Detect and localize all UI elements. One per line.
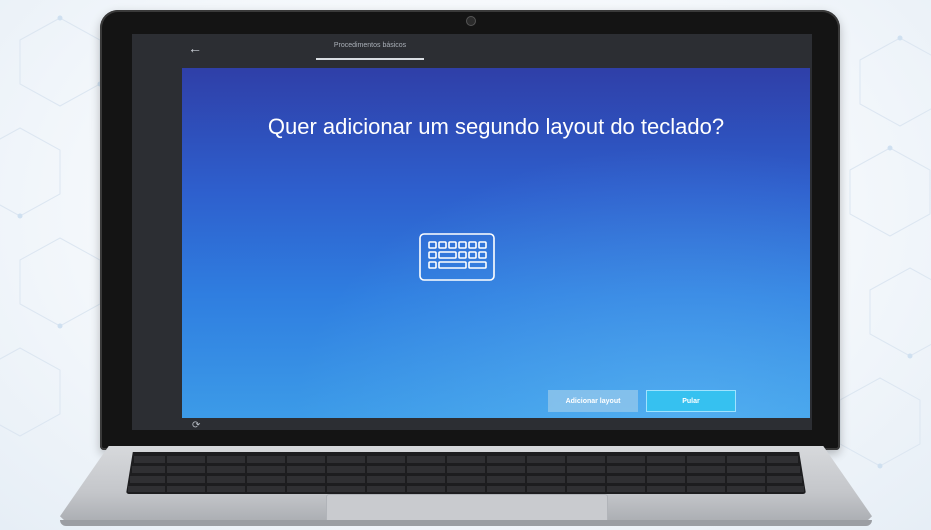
- tab-underline: [316, 58, 424, 60]
- laptop-keyboard: [126, 452, 806, 494]
- laptop-lid: ← Procedimentos básicos Quer adicionar u…: [100, 10, 840, 450]
- page-title: Quer adicionar um segundo layout do tecl…: [267, 114, 725, 139]
- back-arrow-icon[interactable]: ←: [188, 40, 202, 56]
- laptop-screen: ← Procedimentos básicos Quer adicionar u…: [132, 34, 812, 430]
- skip-button[interactable]: Pular: [646, 390, 736, 412]
- keyboard-icon: [419, 233, 495, 281]
- tab-procedimentos-basicos[interactable]: Procedimentos básicos: [316, 42, 424, 49]
- webcam: [466, 16, 476, 26]
- accessibility-icon[interactable]: ⟳: [192, 420, 200, 430]
- setup-panel: Quer adicionar um segundo layout do tecl…: [182, 68, 810, 418]
- add-layout-button[interactable]: Adicionar layout: [548, 390, 638, 412]
- touchpad: [326, 494, 608, 521]
- top-bar: ← Procedimentos básicos: [132, 34, 812, 68]
- laptop-base-edge: [60, 520, 872, 526]
